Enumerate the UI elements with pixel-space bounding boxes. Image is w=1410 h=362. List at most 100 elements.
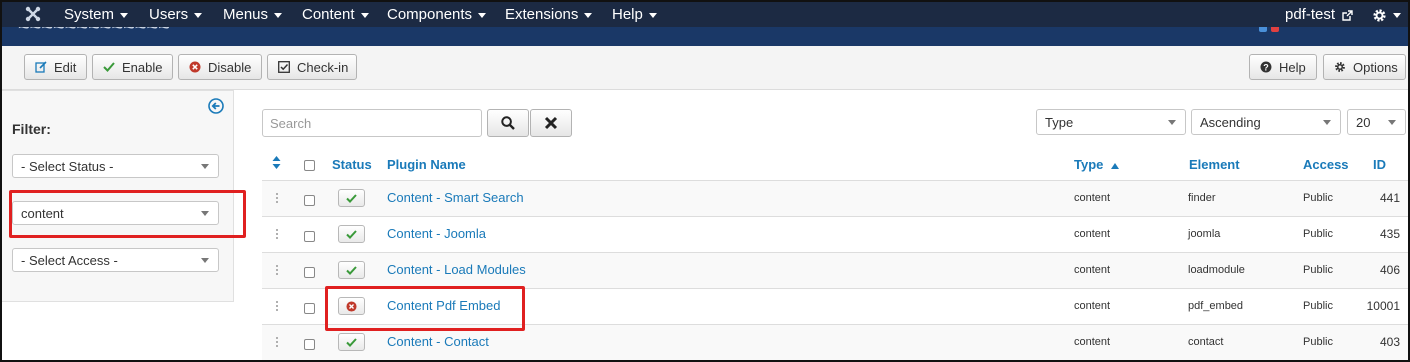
collapse-arrow-circle-icon[interactable] — [208, 98, 224, 114]
row-checkbox[interactable] — [304, 339, 315, 350]
checkmark-icon — [103, 61, 115, 73]
menu-system[interactable]: System — [64, 6, 129, 23]
pdf-embed-highlight — [325, 286, 525, 331]
menu-users[interactable]: Users — [149, 6, 203, 23]
sort-field-select[interactable]: Type — [1036, 109, 1186, 135]
table-row: Content - Load Modules content loadmodule P… — [262, 252, 1408, 288]
joomla-logo-icon[interactable] — [24, 5, 42, 23]
drag-handle-icon[interactable] — [275, 300, 279, 312]
id-column-header[interactable]: ID — [1373, 157, 1386, 172]
caret-down-icon — [120, 12, 129, 18]
search-icon — [501, 116, 515, 130]
checkbox-icon — [278, 61, 290, 73]
plugin-name-link[interactable]: Content - Contact — [387, 334, 489, 349]
caret-down-icon — [360, 12, 369, 18]
top-navbar: System Users Menus Content Components Ex… — [2, 2, 1408, 27]
caret-down-icon — [1393, 12, 1401, 18]
plugin-name-link[interactable]: Content - Joomla — [387, 226, 486, 241]
sort-ascending-icon — [1111, 162, 1120, 169]
ordering-sort-icon[interactable] — [272, 156, 281, 169]
joomla-mark-icon — [1271, 27, 1279, 32]
drag-handle-icon[interactable] — [275, 336, 279, 348]
question-circle-icon: ? — [1260, 61, 1272, 73]
checkin-button[interactable]: Check-in — [267, 54, 357, 80]
user-settings-menu[interactable] — [1372, 6, 1401, 23]
id-cell: 406 — [1379, 263, 1400, 277]
svg-text:?: ? — [1263, 62, 1269, 72]
access-cell: Public — [1303, 228, 1333, 240]
joomla-mark-icon — [1259, 27, 1267, 32]
plugin-name-column-header[interactable]: Plugin Name — [387, 157, 466, 172]
edit-button[interactable]: Edit — [24, 54, 87, 80]
row-checkbox[interactable] — [304, 267, 315, 278]
status-enabled-button[interactable] — [338, 189, 365, 207]
checkmark-icon — [346, 229, 357, 239]
type-cell: content — [1074, 264, 1111, 276]
access-column-header[interactable]: Access — [1303, 157, 1349, 172]
caret-down-icon — [478, 12, 487, 18]
status-enabled-button[interactable] — [338, 261, 365, 279]
sort-direction-select[interactable]: Ascending — [1191, 109, 1341, 135]
clear-search-button[interactable] — [530, 109, 572, 137]
checkmark-icon — [346, 265, 357, 275]
gear-icon — [1334, 61, 1346, 73]
disable-circle-icon — [189, 61, 201, 73]
access-cell: Public — [1303, 336, 1333, 348]
menu-components[interactable]: Components — [387, 6, 487, 23]
status-filter-select[interactable]: - Select Status - — [12, 154, 219, 178]
dropdown-arrow-icon — [201, 164, 209, 169]
filter-heading: Filter: — [12, 121, 51, 137]
help-button[interactable]: ? Help — [1249, 54, 1317, 80]
list-limit-select[interactable]: 20 — [1347, 109, 1406, 135]
menu-help[interactable]: Help — [612, 6, 657, 23]
dropdown-arrow-icon — [1388, 120, 1396, 125]
dropdown-arrow-icon — [201, 258, 209, 263]
menu-menus[interactable]: Menus — [223, 6, 283, 23]
drag-handle-icon[interactable] — [275, 264, 279, 276]
access-filter-select[interactable]: - Select Access - — [12, 248, 219, 272]
gear-icon — [1373, 8, 1386, 22]
type-cell: content — [1074, 192, 1111, 204]
options-button[interactable]: Options — [1323, 54, 1406, 80]
status-enabled-button[interactable] — [338, 333, 365, 351]
access-cell: Public — [1303, 264, 1333, 276]
element-cell: loadmodule — [1188, 264, 1245, 276]
dropdown-arrow-icon — [1168, 120, 1176, 125]
row-checkbox[interactable] — [304, 231, 315, 242]
plugin-name-link[interactable]: Content - Load Modules — [387, 262, 526, 277]
drag-handle-icon[interactable] — [275, 228, 279, 240]
type-column-header[interactable]: Type — [1074, 157, 1120, 172]
element-cell: joomla — [1188, 228, 1221, 240]
drag-handle-icon[interactable] — [275, 192, 279, 204]
page-header-bar: ~~~~~~~~~~~~~ — [2, 27, 1408, 46]
enable-button[interactable]: Enable — [92, 54, 173, 80]
search-input[interactable]: Search — [262, 109, 482, 137]
access-cell: Public — [1303, 192, 1333, 204]
menu-extensions[interactable]: Extensions — [505, 6, 593, 23]
toolbar: Edit Enable Disable Check-in ? Help Opti… — [2, 46, 1408, 90]
type-cell: content — [1074, 300, 1111, 312]
close-icon — [544, 116, 558, 130]
element-cell: pdf_embed — [1188, 300, 1244, 312]
row-checkbox[interactable] — [304, 195, 315, 206]
caret-down-icon — [194, 12, 203, 18]
menu-content[interactable]: Content — [302, 6, 369, 23]
table-row: Content - Joomla content joomla Public 435 — [262, 216, 1408, 252]
table-row: Content - Smart Search content finder Publi… — [262, 180, 1408, 216]
element-cell: contact — [1188, 336, 1224, 348]
disable-button[interactable]: Disable — [178, 54, 262, 80]
id-cell: 10001 — [1366, 299, 1400, 313]
id-cell: 441 — [1379, 191, 1400, 205]
row-checkbox[interactable] — [304, 303, 315, 314]
status-column-header[interactable]: Status — [332, 157, 372, 172]
search-button[interactable] — [487, 109, 529, 137]
access-cell: Public — [1303, 300, 1333, 312]
status-enabled-button[interactable] — [338, 225, 365, 243]
caret-down-icon — [274, 12, 283, 18]
select-all-checkbox[interactable] — [304, 160, 315, 171]
plugin-name-link[interactable]: Content - Smart Search — [387, 190, 524, 205]
element-column-header[interactable]: Element — [1189, 157, 1240, 172]
type-cell: content — [1074, 228, 1111, 240]
site-link[interactable]: pdf-test — [1285, 6, 1353, 23]
edit-icon — [35, 61, 47, 73]
